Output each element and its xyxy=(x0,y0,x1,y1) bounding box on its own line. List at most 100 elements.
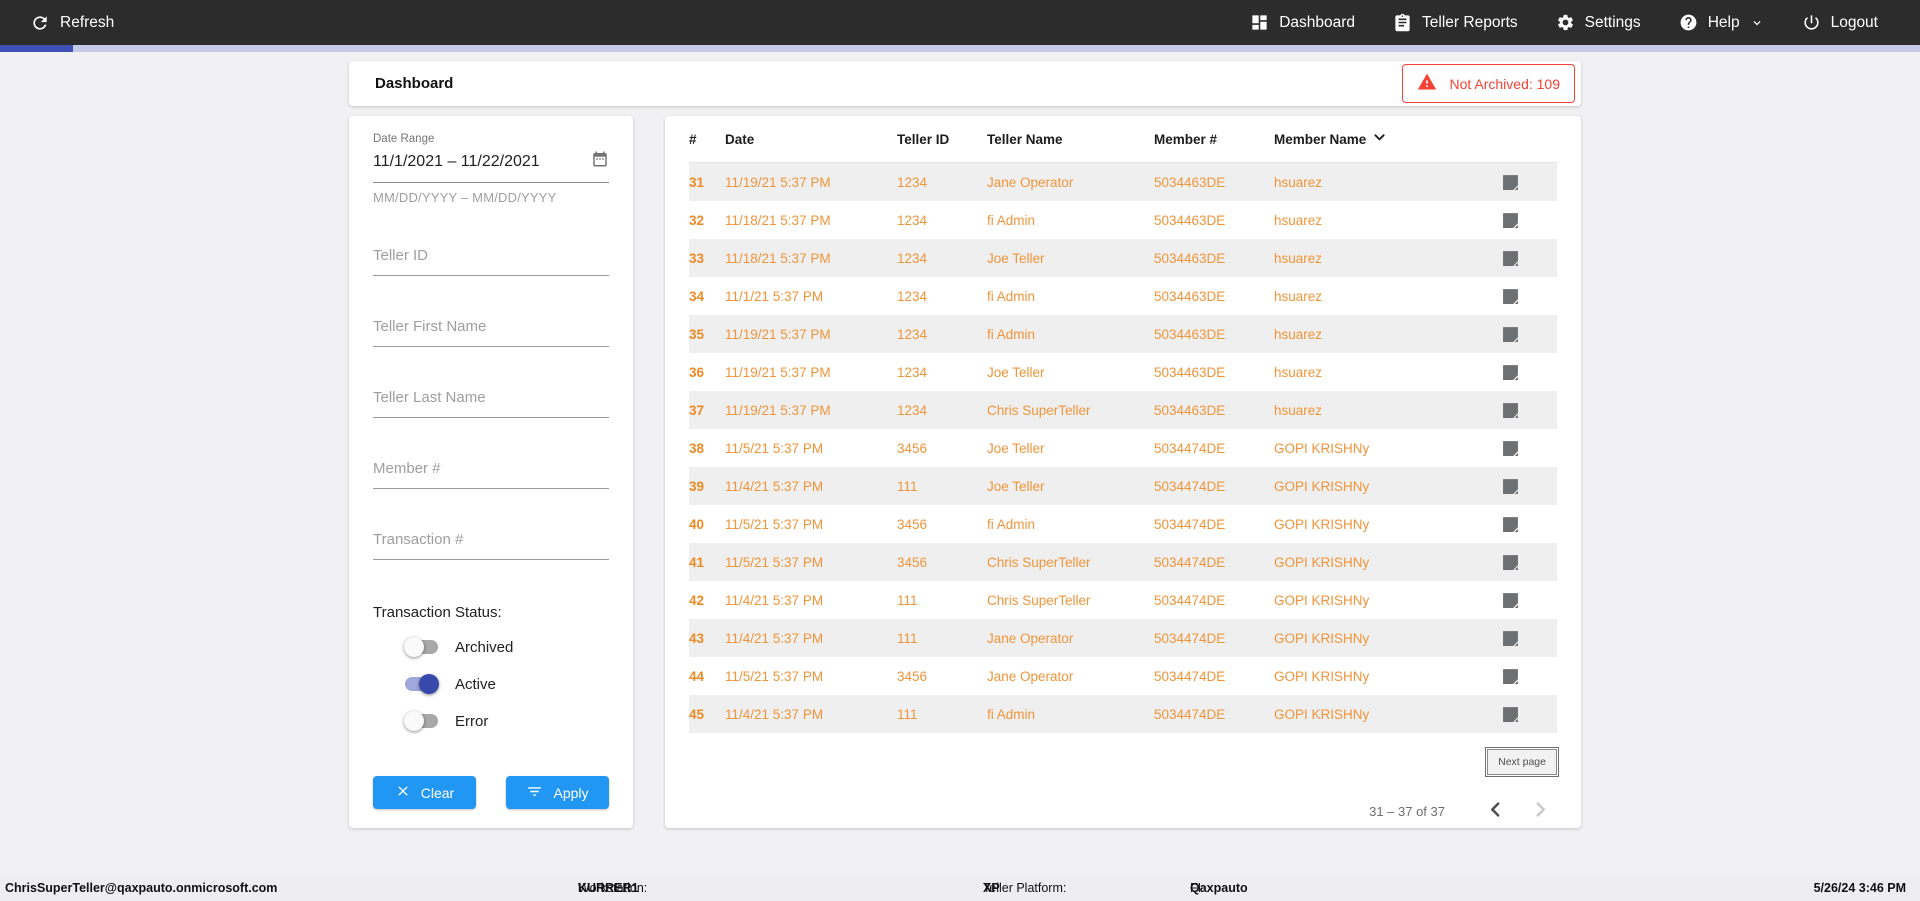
note-icon[interactable] xyxy=(1464,668,1557,685)
table-row[interactable]: 38 11/5/21 5:37 PM 3456 Joe Teller 5034474DE… xyxy=(689,429,1557,467)
teller-id-cell: 111 xyxy=(897,630,918,646)
date-cell: 11/4/21 5:37 PM xyxy=(725,478,824,494)
member-name-cell: GOPI KRISHNy xyxy=(1274,440,1370,456)
apply-button-label: Apply xyxy=(553,784,589,801)
table-row[interactable]: 44 11/5/21 5:37 PM 3456 Jane Operator 503447… xyxy=(689,657,1557,695)
member-number-cell: 5034463DE xyxy=(1154,364,1226,380)
table-row[interactable]: 34 11/1/21 5:37 PM 1234 fi Admin 5034463DE hs… xyxy=(689,277,1557,315)
sort-chevron-down-icon[interactable] xyxy=(1373,131,1386,147)
nav-help[interactable]: Help xyxy=(1679,13,1764,32)
active-toggle[interactable] xyxy=(405,674,439,694)
table-row[interactable]: 37 11/19/21 5:37 PM 1234 Chris SuperTeller 5… xyxy=(689,391,1557,429)
clear-x-icon xyxy=(395,783,411,802)
nav-settings[interactable]: Settings xyxy=(1556,13,1641,32)
member-name-cell: hsuarez xyxy=(1274,288,1323,304)
note-icon[interactable] xyxy=(1464,250,1557,267)
teller-id-cell: 1234 xyxy=(897,402,928,418)
progress-bar-fill xyxy=(0,45,73,52)
member-name-cell: hsuarez xyxy=(1274,402,1323,418)
teller-first-name-input[interactable] xyxy=(373,314,609,347)
transactions-table-card: # Date Teller ID Teller Name Member # Me… xyxy=(665,116,1581,828)
workstation-info: Workstation: KURRER1 xyxy=(578,881,648,895)
note-icon[interactable] xyxy=(1464,364,1557,381)
note-icon[interactable] xyxy=(1464,630,1557,647)
progress-bar xyxy=(0,45,1920,52)
note-icon[interactable] xyxy=(1464,440,1557,457)
date-range-hint: MM/DD/YYYY – MM/DD/YYYY xyxy=(373,190,557,205)
table-row[interactable]: 31 11/19/21 5:37 PM 1234 Jane Operator 50344… xyxy=(689,163,1557,201)
note-icon[interactable] xyxy=(1464,212,1557,229)
note-icon[interactable] xyxy=(1464,706,1557,723)
column-header-num[interactable]: # xyxy=(689,132,725,147)
member-number-input[interactable] xyxy=(373,456,609,489)
nav-logout[interactable]: Logout xyxy=(1802,13,1878,32)
table-row[interactable]: 32 11/18/21 5:37 PM 1234 fi Admin 5034463DE h… xyxy=(689,201,1557,239)
note-icon[interactable] xyxy=(1464,288,1557,305)
nav-dashboard[interactable]: Dashboard xyxy=(1250,13,1355,32)
note-icon[interactable] xyxy=(1464,478,1557,495)
error-toggle[interactable] xyxy=(404,711,438,731)
power-icon xyxy=(1802,13,1821,32)
refresh-button[interactable]: Refresh xyxy=(30,13,114,33)
table-row[interactable]: 43 11/4/21 5:37 PM 111 Jane Operator 5034474… xyxy=(689,619,1557,657)
page-header-card: Dashboard Not Archived: 109 xyxy=(349,61,1581,106)
archived-toggle-thumb[interactable] xyxy=(404,637,424,657)
note-icon[interactable] xyxy=(1464,326,1557,343)
fi-info: FI: Qaxpauto xyxy=(1190,881,1248,895)
transaction-number-input[interactable] xyxy=(373,527,609,560)
member-name-header-label: Member Name xyxy=(1274,131,1367,147)
date-cell: 11/18/21 5:37 PM xyxy=(725,212,831,228)
note-icon[interactable] xyxy=(1464,554,1557,571)
apply-button[interactable]: Apply xyxy=(506,776,609,809)
note-icon[interactable] xyxy=(1464,402,1557,419)
teller-name-cell: Jane Operator xyxy=(987,668,1074,684)
column-header-date[interactable]: Date xyxy=(725,132,897,147)
clear-button[interactable]: Clear xyxy=(373,776,476,809)
member-number-cell: 5034463DE xyxy=(1154,326,1226,342)
column-header-teller-name[interactable]: Teller Name xyxy=(987,132,1154,147)
nav-settings-label: Settings xyxy=(1584,13,1641,31)
table-row[interactable]: 45 11/4/21 5:37 PM 111 fi Admin 5034474DE GOP… xyxy=(689,695,1557,733)
note-icon[interactable] xyxy=(1464,516,1557,533)
column-header-member-num[interactable]: Member # xyxy=(1154,132,1274,147)
next-page-button[interactable]: Next page xyxy=(1485,747,1559,777)
teller-name-cell: Joe Teller xyxy=(987,440,1045,456)
table-row[interactable]: 41 11/5/21 5:37 PM 3456 Chris SuperTeller 50… xyxy=(689,543,1557,581)
member-number-cell: 5034463DE xyxy=(1154,212,1226,228)
teller-id-input[interactable] xyxy=(373,243,609,276)
active-toggle-thumb[interactable] xyxy=(419,674,439,694)
previous-page-arrow[interactable] xyxy=(1487,801,1504,821)
member-number-cell: 5034474DE xyxy=(1154,706,1226,722)
date-range-field[interactable]: 11/1/2021 – 11/22/2021 xyxy=(373,145,609,183)
table-row[interactable]: 36 11/19/21 5:37 PM 1234 Joe Teller 5034463D… xyxy=(689,353,1557,391)
filter-panel: Date Range 11/1/2021 – 11/22/2021 MM/DD/… xyxy=(349,116,633,828)
date-range-value[interactable]: 11/1/2021 – 11/22/2021 xyxy=(373,153,540,171)
date-range-label: Date Range xyxy=(373,133,435,145)
not-archived-badge[interactable]: Not Archived: 109 xyxy=(1402,64,1575,103)
row-number-cell: 41 xyxy=(689,554,705,570)
dashboard-grid-icon xyxy=(1250,13,1269,32)
teller-id-cell: 1234 xyxy=(897,364,928,380)
member-name-cell: GOPI KRISHNy xyxy=(1274,478,1370,494)
clipboard-icon xyxy=(1393,13,1412,32)
member-number-cell: 5034474DE xyxy=(1154,516,1226,532)
next-page-arrow[interactable] xyxy=(1532,801,1549,821)
error-toggle-thumb[interactable] xyxy=(404,711,424,731)
teller-last-name-input[interactable] xyxy=(373,385,609,418)
archived-toggle[interactable] xyxy=(404,637,438,657)
row-number-cell: 31 xyxy=(689,174,705,190)
table-row[interactable]: 35 11/19/21 5:37 PM 1234 fi Admin 5034463DE h… xyxy=(689,315,1557,353)
table-row[interactable]: 39 11/4/21 5:37 PM 111 Joe Teller 5034474DE G… xyxy=(689,467,1557,505)
date-cell: 11/5/21 5:37 PM xyxy=(725,554,824,570)
column-header-member-name[interactable]: Member Name xyxy=(1274,131,1464,147)
teller-platform-info: Teller Platform: XP xyxy=(983,881,1067,895)
date-cell: 11/18/21 5:37 PM xyxy=(725,250,831,266)
table-row[interactable]: 42 11/4/21 5:37 PM 111 Chris SuperTeller 503… xyxy=(689,581,1557,619)
nav-teller-reports[interactable]: Teller Reports xyxy=(1393,13,1518,32)
table-row[interactable]: 33 11/18/21 5:37 PM 1234 Joe Teller 5034463D… xyxy=(689,239,1557,277)
column-header-teller-id[interactable]: Teller ID xyxy=(897,132,987,147)
calendar-icon[interactable] xyxy=(591,150,609,173)
table-row[interactable]: 40 11/5/21 5:37 PM 3456 fi Admin 5034474DE GO… xyxy=(689,505,1557,543)
note-icon[interactable] xyxy=(1464,592,1557,609)
note-icon[interactable] xyxy=(1464,174,1557,191)
